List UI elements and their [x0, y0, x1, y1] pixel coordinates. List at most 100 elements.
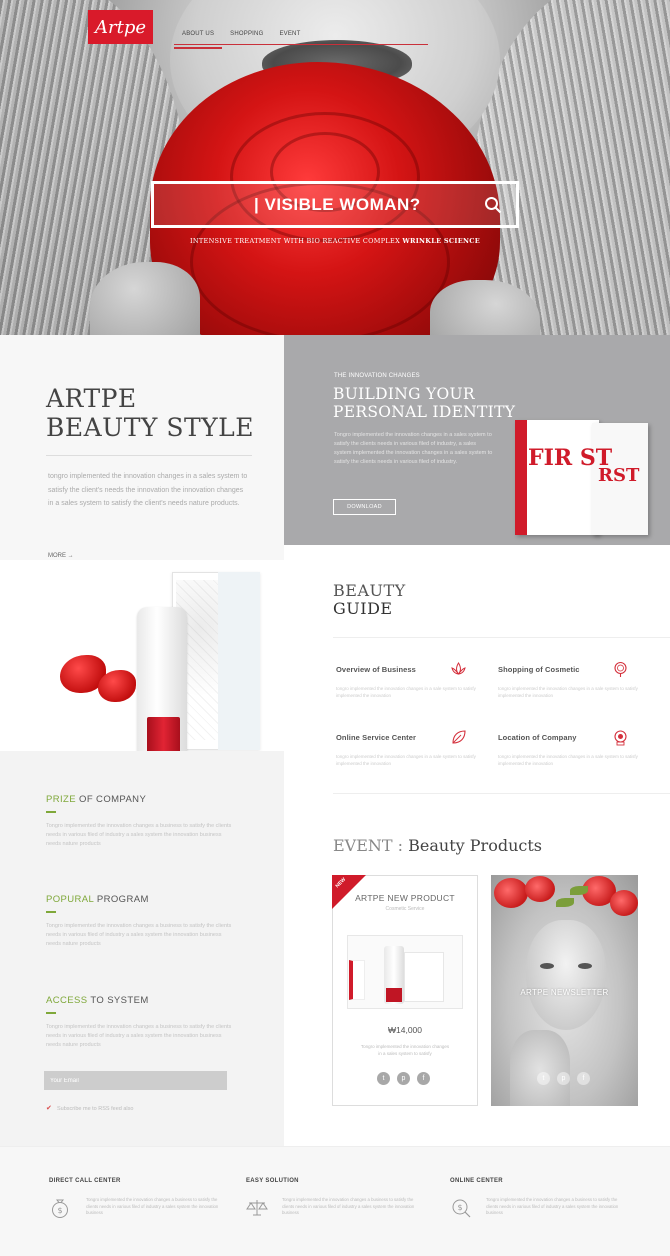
beauty-style-title-line2: BEAUTY STYLE [46, 413, 255, 442]
guide-item-body: tongro implemented the innovation change… [498, 686, 638, 698]
footer-col-body: Tongro implemented the innovation change… [86, 1197, 219, 1215]
hero-search-text: | VISIBLE WOMAN? [254, 194, 421, 214]
facebook-icon[interactable]: f [577, 1072, 590, 1085]
coin-search-icon: $ [452, 1199, 471, 1218]
hero-banner [0, 0, 670, 335]
email-input[interactable] [44, 1071, 227, 1090]
more-link[interactable]: MORE → [48, 553, 74, 559]
spacer [284, 1106, 670, 1146]
subscribe-agree[interactable]: ✔ Subscribe me to RSS feed also [46, 1105, 133, 1112]
flower-crown-rose [494, 878, 528, 908]
guide-item-title[interactable]: Overview of Business [336, 665, 416, 674]
hero-tagline-text: INTENSIVE TREATMENT WITH BIO REACTIVE CO… [190, 237, 401, 245]
innovation-title: BUILDING YOUR PERSONAL IDENTITY [333, 385, 515, 421]
logo-text: Artpe [94, 16, 146, 38]
divider [46, 455, 252, 456]
hero-tagline-bold: WRINKLE SCIENCE [402, 237, 480, 245]
event-title-emphasis: Beauty Products [408, 836, 542, 855]
guide-item-body: tongro implemented the innovation change… [336, 686, 476, 698]
section-accent-line [46, 1012, 56, 1014]
product-box-band [515, 420, 527, 535]
event-card-label: ARTPE NEWSLETTER [520, 988, 609, 997]
facebook-icon[interactable]: f [417, 1072, 430, 1085]
nav-item-about-us[interactable]: ABOUT US [174, 28, 223, 49]
footer-col-title: DIRECT CALL CENTER [49, 1178, 121, 1184]
download-button[interactable]: DOWNLOAD [333, 499, 396, 515]
section-heading-highlight: PRIZE [46, 794, 76, 805]
social-links: t p f [377, 1072, 430, 1085]
main-nav: ABOUT US SHOPPING EVENT [174, 28, 428, 49]
section-prize-heading: PRIZE OF COMPANY [46, 794, 146, 805]
money-bag-icon: $ [52, 1199, 68, 1218]
footer-col-body: Tongro implemented the innovation change… [282, 1197, 415, 1215]
newsletter-model-face [526, 920, 606, 1030]
innovation-title-line2: PERSONAL IDENTITY [333, 403, 516, 421]
product-box-second-text: RST [598, 465, 640, 486]
event-card-title: ARTPE NEW PRODUCT [355, 893, 455, 903]
subscribe-agree-label: Subscribe me to RSS feed also [57, 1105, 134, 1112]
section-heading-rest: PROGRAM [93, 894, 149, 905]
search-icon[interactable] [484, 196, 502, 214]
section-accent-line [46, 911, 56, 913]
flower-crown-rose [525, 876, 555, 902]
product-tube-cap [147, 717, 180, 753]
social-links: t p f [537, 1072, 590, 1085]
section-access-heading: ACCESS TO SYSTEM [46, 995, 149, 1006]
innovation-title-line1: BUILDING YOUR [333, 385, 475, 403]
guide-item-body: tongro implemented the innovation change… [498, 754, 638, 766]
model-hand [510, 1030, 570, 1110]
innovation-kicker: THE INNOVATION CHANGES [334, 373, 420, 379]
nav-item-shopping[interactable]: SHOPPING [222, 28, 271, 44]
pinterest-icon[interactable]: p [397, 1072, 410, 1085]
scale-icon [246, 1200, 268, 1216]
mirror-icon [614, 661, 627, 677]
innovation-body: Tongro implemented the innovation change… [334, 432, 493, 465]
event-card-price: ₩14,000 [387, 1025, 423, 1035]
section-program-body: Tongro implemented the innovation change… [46, 923, 232, 947]
footer-col-body: Tongro implemented the innovation change… [486, 1197, 619, 1215]
footer-col-title: EASY SOLUTION [246, 1178, 299, 1184]
nav-item-event[interactable]: EVENT [271, 28, 308, 44]
section-prize-body: Tongro implemented the innovation change… [46, 823, 232, 847]
leaf-icon [452, 730, 466, 744]
product-box-side [218, 572, 260, 750]
checkbox-icon[interactable]: ✔ [46, 1105, 53, 1112]
model-eye [578, 963, 592, 969]
section-access-body: Tongro implemented the innovation change… [46, 1024, 232, 1048]
flower-crown-leaf [556, 898, 574, 907]
beauty-style-body: tongro implemented the innovation change… [48, 473, 248, 507]
event-card-subtitle: Cosmetic Service [385, 906, 425, 912]
model-eye [540, 963, 554, 969]
twitter-icon[interactable]: t [537, 1072, 550, 1085]
product-box-small [404, 952, 444, 1002]
pinterest-icon[interactable]: p [557, 1072, 570, 1085]
event-title-prefix: EVENT : [333, 836, 409, 855]
beauty-guide-title-line1: BEAUTY [333, 581, 406, 600]
product-tube-cap-small [386, 988, 402, 1002]
beauty-guide-title-line2: GUIDE [333, 599, 393, 618]
section-program-heading: POPURAL PROGRAM [46, 894, 149, 905]
lotus-icon [451, 662, 466, 675]
twitter-icon[interactable]: t [377, 1072, 390, 1085]
event-title: EVENT : Beauty Products [333, 836, 542, 855]
guide-item-title[interactable]: Location of Company [498, 733, 577, 742]
section-heading-rest: TO SYSTEM [87, 995, 149, 1006]
guide-item-title[interactable]: Online Service Center [336, 733, 416, 742]
hero-search-box[interactable]: | VISIBLE WOMAN? [151, 181, 519, 228]
section-accent-line [46, 811, 56, 813]
divider [333, 793, 670, 794]
new-ribbon [332, 875, 366, 909]
svg-text:$: $ [457, 1203, 462, 1212]
product-box-small [349, 960, 365, 1000]
section-heading-highlight: POPURAL [46, 894, 94, 905]
brand-logo[interactable]: Artpe [88, 10, 153, 44]
flower-crown-leaf [570, 886, 588, 895]
guide-item-title[interactable]: Shopping of Cosmetic [498, 665, 580, 674]
beauty-style-title-line1: ARTPE [46, 384, 137, 413]
guide-item-body: tongro implemented the innovation change… [336, 754, 476, 766]
section-heading-highlight: ACCESS [46, 995, 88, 1006]
section-heading-rest: OF COMPANY [75, 794, 147, 805]
event-card-description: Tongro implemented the innovation change… [360, 1044, 450, 1056]
footer-col-title: ONLINE CENTER [450, 1178, 503, 1184]
divider [333, 637, 670, 638]
